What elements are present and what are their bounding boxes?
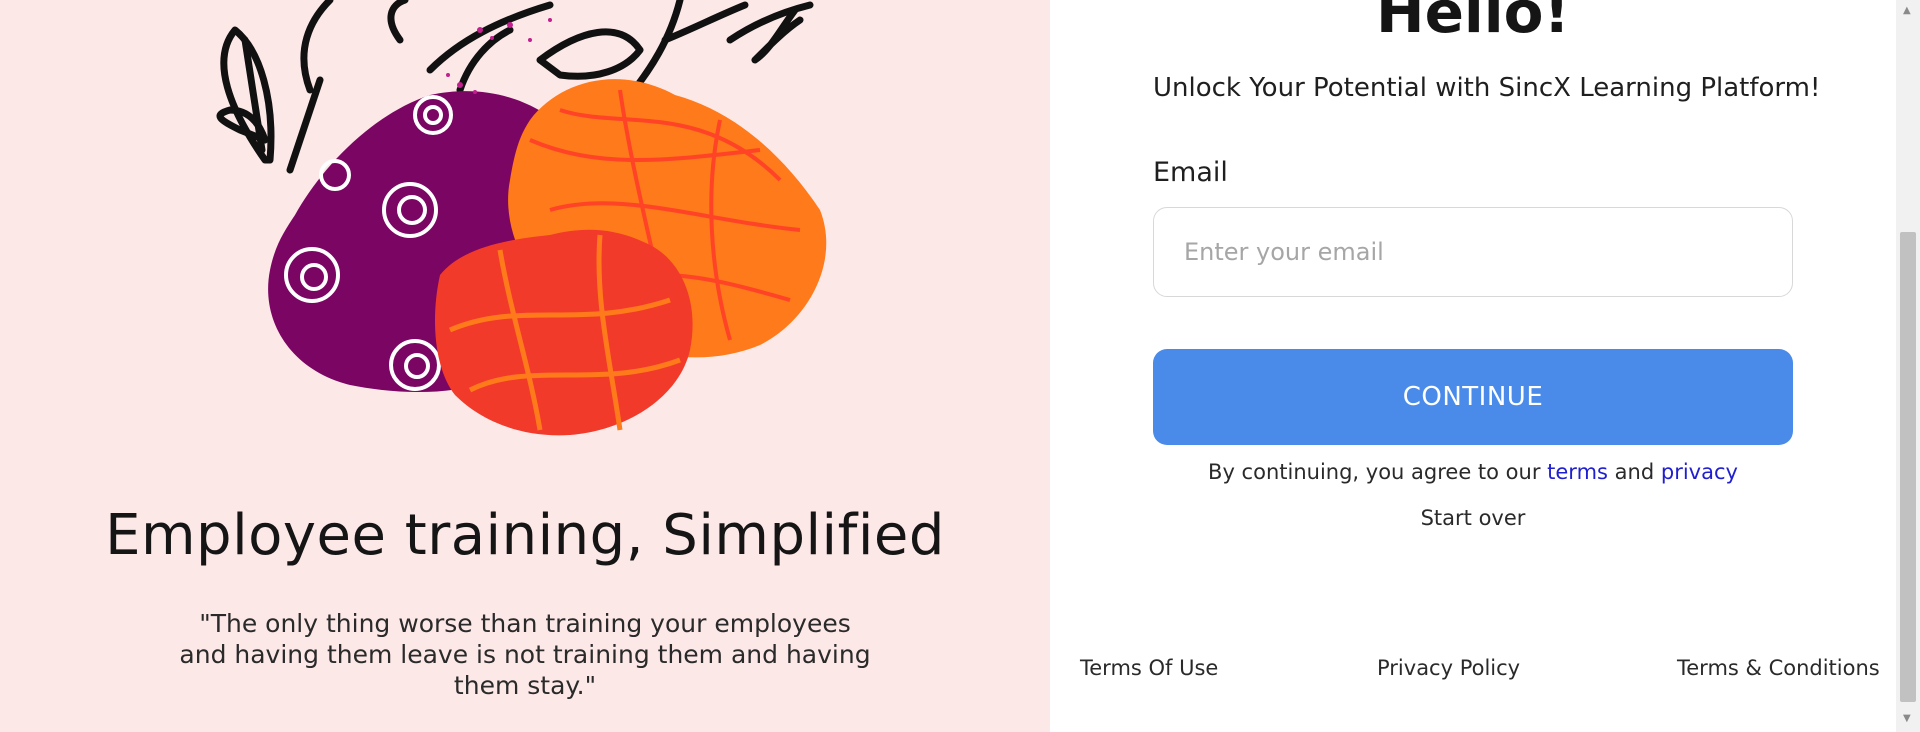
left-panel: Employee training, Simplified "The only … xyxy=(0,0,1050,732)
scroll-up-arrow-icon[interactable]: ▲ xyxy=(1903,6,1911,16)
privacy-link[interactable]: privacy xyxy=(1661,460,1738,484)
email-input[interactable] xyxy=(1153,207,1793,297)
start-over-link[interactable]: Start over xyxy=(1153,506,1793,530)
scroll-down-arrow-icon[interactable]: ▼ xyxy=(1903,714,1911,724)
login-panel: Hello! Unlock Your Potential with SincX … xyxy=(1050,0,1896,732)
consent-text: By continuing, you agree to our terms an… xyxy=(1153,460,1793,484)
email-label: Email xyxy=(1153,157,1228,188)
consent-and: and xyxy=(1614,460,1655,484)
terms-link[interactable]: terms xyxy=(1547,460,1608,484)
footer-terms-of-use-link[interactable]: Terms Of Use xyxy=(1080,656,1218,680)
abstract-plant-illustration xyxy=(216,0,827,436)
training-quote: "The only thing worse than training your… xyxy=(179,609,871,700)
consent-prefix: By continuing, you agree to our xyxy=(1208,460,1541,484)
vertical-scrollbar[interactable]: ▲ ▼ xyxy=(1896,0,1920,732)
red-blob xyxy=(435,229,693,436)
scroll-thumb[interactable] xyxy=(1900,232,1916,702)
continue-button[interactable]: CONTINUE xyxy=(1153,349,1793,445)
left-heading: Employee training, Simplified xyxy=(105,503,945,568)
footer-privacy-policy-link[interactable]: Privacy Policy xyxy=(1377,656,1520,680)
greeting-title: Hello! xyxy=(1376,0,1570,46)
footer-terms-conditions-link[interactable]: Terms & Conditions xyxy=(1677,656,1880,680)
subtitle: Unlock Your Potential with SincX Learnin… xyxy=(1153,73,1821,103)
